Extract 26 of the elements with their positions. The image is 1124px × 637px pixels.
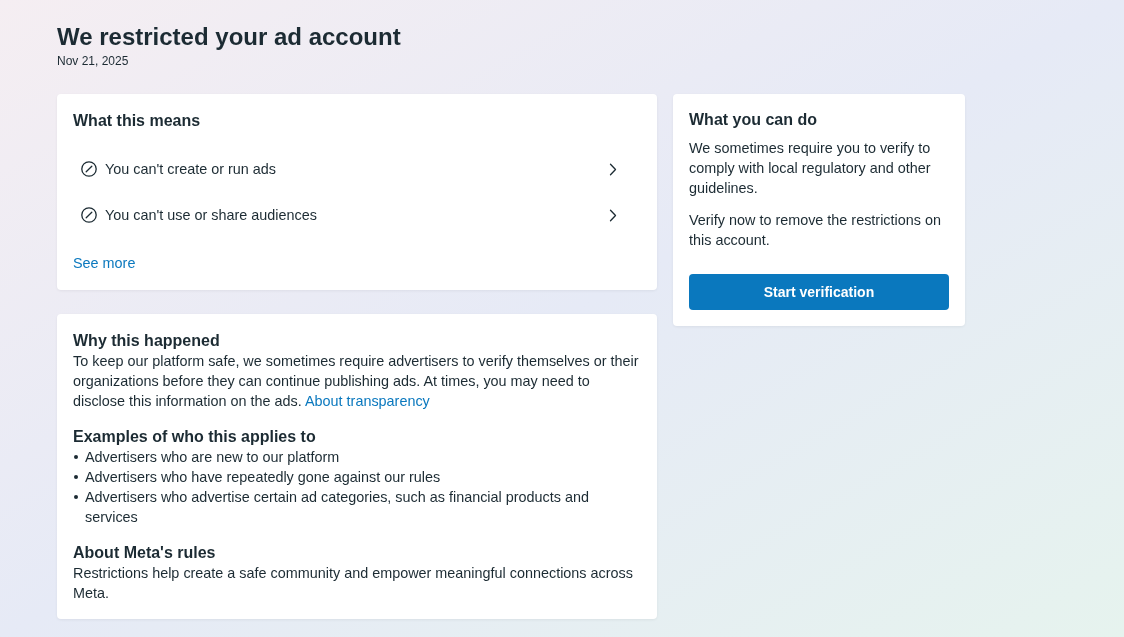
about-transparency-link[interactable]: About transparency [305,393,430,409]
list-item-text: Advertisers who advertise certain ad categories, such as financial products and services [85,488,590,527]
see-more-link[interactable]: See more [73,253,136,273]
restriction-item[interactable]: You can't use or share audiences [73,192,641,238]
section-heading: What this means [73,111,201,131]
date-text: Nov 21, 2025 [57,53,129,69]
chevron-right-icon [609,162,617,176]
body-text: To keep our platform safe, we sometimes require advertisers to verify themselves or their organizations before they can continue publishing ads. At times, you may need to disclose this information on the ads. About transparency [73,352,640,411]
start-verification-button[interactable]: Start verification [689,274,949,310]
section-heading: About Meta's rules [73,543,216,563]
section-heading: What you can do [689,110,817,130]
body-text: We sometimes require you to verify to comply with local regulatory and other guidelines. [689,139,932,198]
section-heading: Examples of who this applies to [73,427,316,447]
body-text: Verify now to remove the restrictions on this account. [689,211,942,250]
bullet-icon [74,475,78,479]
chevron-right-icon [609,208,617,222]
bullet-icon [74,495,78,499]
section-heading: Why this happened [73,331,220,351]
list-item-text: Advertisers who are new to our platform [85,448,340,467]
blocked-icon [81,207,97,223]
page-title: We restricted your ad account [57,22,401,52]
list-item-text: Advertisers who have repeatedly gone against our rules [85,468,441,487]
restriction-item[interactable]: You can't create or run ads [73,146,641,192]
body-text: Restrictions help create a safe community and empower meaningful connections across Meta. [73,564,634,603]
blocked-icon [81,161,97,177]
bullet-icon [74,455,78,459]
